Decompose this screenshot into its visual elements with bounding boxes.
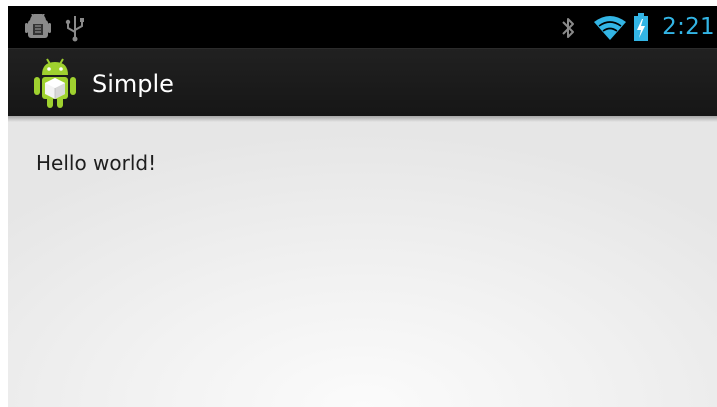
bluetooth-icon: [562, 18, 574, 38]
usb-icon: [65, 16, 84, 42]
main-content: Hello world!: [8, 116, 717, 407]
hello-text: Hello world!: [36, 151, 157, 175]
action-bar-shadow: [8, 116, 717, 122]
device-screen: 2:21 Simple Hello world!: [8, 6, 717, 407]
status-bar: 2:21: [8, 6, 717, 48]
battery-charging-icon: [634, 13, 648, 41]
app-title: Simple: [92, 70, 174, 98]
status-clock: 2:21: [662, 14, 715, 40]
wifi-icon: [594, 16, 626, 40]
android-app-icon[interactable]: [33, 56, 77, 110]
action-bar: Simple: [8, 48, 717, 116]
android-debug-icon: [25, 14, 51, 38]
